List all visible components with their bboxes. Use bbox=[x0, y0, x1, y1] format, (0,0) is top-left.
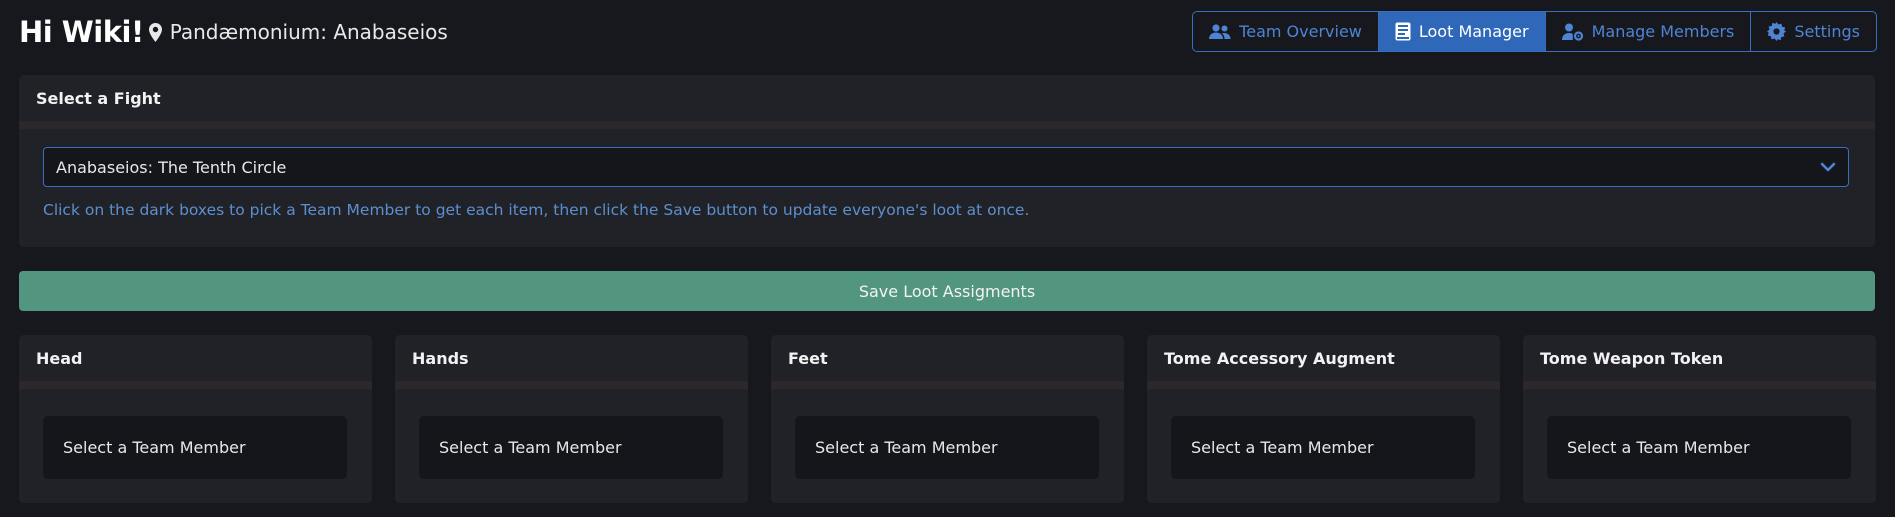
nav-settings[interactable]: Settings bbox=[1751, 12, 1876, 51]
slot-member-select[interactable]: Select a Team Member bbox=[419, 416, 723, 479]
fight-select-value: Anabaseios: The Tenth Circle bbox=[56, 157, 287, 177]
greeting: Hi Wiki! bbox=[19, 15, 144, 49]
map-pin-icon bbox=[148, 22, 162, 42]
slot-member-select[interactable]: Select a Team Member bbox=[1171, 416, 1475, 479]
page-header: Hi Wiki! Pandæmonium: Anabaseios bbox=[19, 10, 448, 54]
nav-team-overview[interactable]: Team Overview bbox=[1193, 12, 1379, 51]
slot-member-select[interactable]: Select a Team Member bbox=[43, 416, 347, 479]
slot-title: Head bbox=[19, 335, 372, 389]
nav-loot-manager[interactable]: Loot Manager bbox=[1378, 12, 1546, 51]
slot-card-feet: Feet Select a Team Member bbox=[771, 335, 1124, 503]
save-loot-button[interactable]: Save Loot Assigments bbox=[19, 271, 1875, 311]
team-name: Pandæmonium: Anabaseios bbox=[169, 20, 448, 44]
users-icon bbox=[1209, 23, 1231, 39]
gear-icon bbox=[1767, 22, 1787, 41]
slot-card-tome-weapon-token: Tome Weapon Token Select a Team Member bbox=[1523, 335, 1876, 503]
fight-select[interactable]: Anabaseios: The Tenth Circle bbox=[43, 147, 1849, 187]
fight-hint: Click on the dark boxes to pick a Team M… bbox=[43, 201, 1030, 219]
nav-label: Settings bbox=[1794, 22, 1860, 41]
slot-title: Hands bbox=[395, 335, 748, 389]
slot-title: Tome Weapon Token bbox=[1523, 335, 1876, 389]
slot-title: Tome Accessory Augment bbox=[1147, 335, 1500, 389]
book-icon bbox=[1395, 22, 1411, 41]
slot-member-select[interactable]: Select a Team Member bbox=[795, 416, 1099, 479]
nav-label: Manage Members bbox=[1591, 22, 1735, 41]
user-cog-icon bbox=[1561, 23, 1583, 41]
slot-card-head: Head Select a Team Member bbox=[19, 335, 372, 503]
nav-manage-members[interactable]: Manage Members bbox=[1546, 12, 1752, 51]
slot-card-hands: Hands Select a Team Member bbox=[395, 335, 748, 503]
fight-card: Select a Fight Anabaseios: The Tenth Cir… bbox=[19, 75, 1875, 247]
nav-label: Loot Manager bbox=[1418, 22, 1529, 41]
fight-card-title: Select a Fight bbox=[19, 75, 1875, 129]
nav-label: Team Overview bbox=[1239, 22, 1362, 41]
main-nav: Team Overview Loot Manager Manage Member… bbox=[1192, 11, 1877, 52]
slot-card-tome-accessory-augment: Tome Accessory Augment Select a Team Mem… bbox=[1147, 335, 1500, 503]
chevron-down-icon bbox=[1820, 159, 1836, 179]
slot-member-select[interactable]: Select a Team Member bbox=[1547, 416, 1851, 479]
slot-title: Feet bbox=[771, 335, 1124, 389]
